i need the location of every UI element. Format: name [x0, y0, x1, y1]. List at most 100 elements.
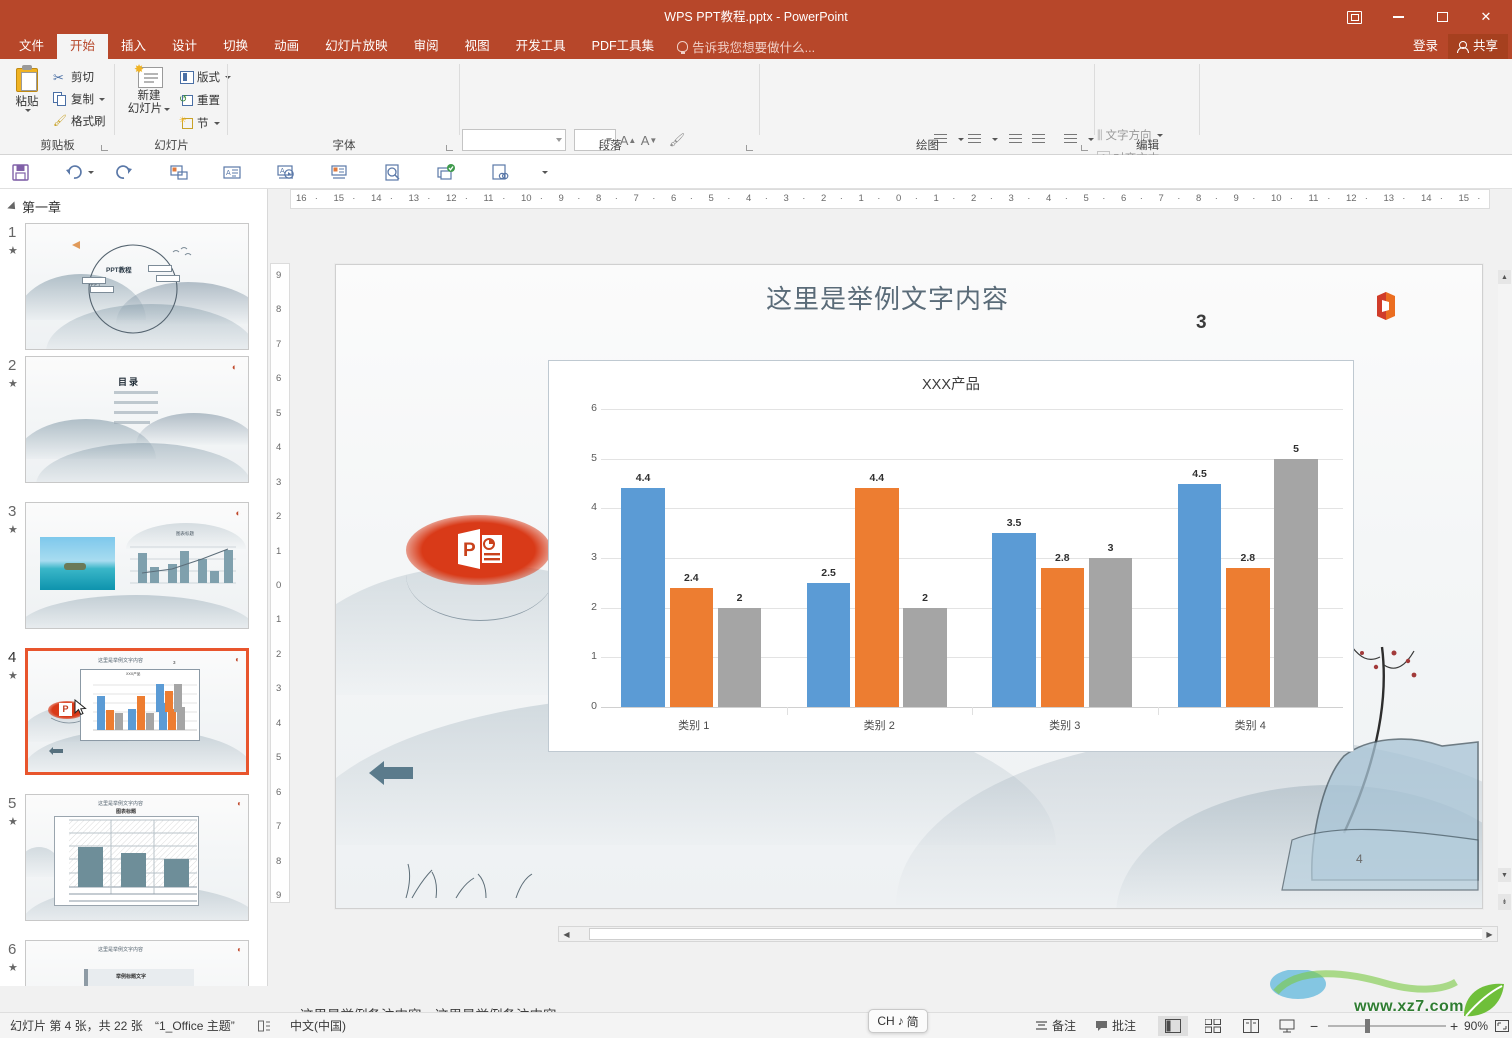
- section-header[interactable]: 第一章: [0, 189, 267, 220]
- save-icon[interactable]: [8, 160, 32, 184]
- hyperlink-icon[interactable]: [488, 160, 512, 184]
- section-collapse-icon[interactable]: [7, 200, 19, 213]
- chart-bar[interactable]: [1274, 458, 1318, 707]
- tab-transitions[interactable]: 切换: [210, 34, 261, 59]
- slideshow-current-slide-icon[interactable]: [327, 160, 351, 184]
- bar-chart[interactable]: XXX产品 0 1 2 3 4 5 6 4.4 2.4 2 类别 1 2.5 4.4 2 类别 2 3.5 2.…: [548, 360, 1354, 752]
- hscrollbar-thumb[interactable]: [589, 928, 1483, 940]
- print-preview-icon[interactable]: [381, 160, 405, 184]
- theme-name[interactable]: “1_Office 主题”: [155, 1013, 235, 1038]
- maximize-icon[interactable]: [1420, 2, 1464, 32]
- font-dialog-launcher[interactable]: [446, 143, 455, 152]
- chart-plot-area[interactable]: 0 1 2 3 4 5 6 4.4 2.4 2 类别 1 2.5 4.4 2 类别 2 3.5 2.8 3 类别 3…: [591, 402, 1343, 732]
- layout-button[interactable]: 版式: [177, 67, 234, 87]
- slide-counter[interactable]: 幻灯片 第 4 张，共 22 张: [10, 1013, 143, 1038]
- tab-pdf-tools[interactable]: PDF工具集: [579, 34, 668, 59]
- view-slideshow-button[interactable]: [1272, 1016, 1302, 1036]
- tab-slideshow[interactable]: 幻灯片放映: [312, 34, 401, 59]
- chart-bar[interactable]: [855, 488, 899, 707]
- chart-bar[interactable]: [903, 607, 947, 707]
- tab-home[interactable]: 开始: [57, 34, 109, 59]
- chart-bar[interactable]: [669, 587, 714, 707]
- scroll-down-icon[interactable]: ▼: [1498, 868, 1511, 882]
- tell-me-box[interactable]: 告诉我您想要做什么...: [677, 34, 815, 59]
- new-comment-icon[interactable]: A: [220, 160, 244, 184]
- tab-developer[interactable]: 开发工具: [503, 34, 579, 59]
- slide-thumbnail-4[interactable]: 这里是举例文字内容 3 ◐ P XXX产品: [25, 648, 249, 775]
- list-item[interactable]: 2 ★ 目录 ◐: [0, 353, 267, 499]
- chart-bar[interactable]: [717, 607, 762, 707]
- reset-button[interactable]: ↺ 重置: [177, 90, 223, 110]
- horizontal-ruler[interactable]: 16 · 15 · 14 · 13 · 12 · 11 · 10 · 9 · 8 · 7 · 6 · 5 · 4 · 3 · 2 · 1 · 0…: [290, 189, 1490, 209]
- paragraph-dialog-launcher[interactable]: [746, 143, 755, 152]
- section-dropdown-icon[interactable]: [213, 121, 220, 125]
- copy-dropdown-icon[interactable]: [99, 97, 105, 101]
- slide-thumbnail-2[interactable]: 目录 ◐: [25, 356, 249, 483]
- chart-bar[interactable]: [1088, 558, 1133, 707]
- undo-icon[interactable]: [62, 160, 86, 184]
- chart-bar[interactable]: [992, 533, 1036, 707]
- slide-thumbnail-1[interactable]: PPT教程 ~PPT: [25, 223, 249, 350]
- slide-title[interactable]: 这里是举例文字内容: [766, 279, 1009, 316]
- slide-canvas[interactable]: 这里是举例文字内容 3 P 4 XXX产品 0 1 2 3 4 5 6 4.4 …: [335, 264, 1483, 909]
- section-button[interactable]: ✳ 节: [177, 113, 223, 133]
- notes-button[interactable]: 备注: [1035, 1013, 1076, 1038]
- spell-check-icon[interactable]: [434, 160, 458, 184]
- scroll-up-icon[interactable]: ▲: [1498, 270, 1511, 284]
- tab-design[interactable]: 设计: [159, 34, 210, 59]
- slide-thumbnail-panel[interactable]: 第一章 1 ★ PPT教程 ~PPT 2 ★ 目录 ◐ 3 ★ 图表标题 ◐ 4…: [0, 189, 268, 986]
- qat-customize-icon[interactable]: [538, 160, 550, 184]
- chart-bar[interactable]: [1177, 483, 1222, 707]
- undo-dropdown-icon[interactable]: [84, 160, 96, 184]
- zoom-out-button[interactable]: −: [1310, 1013, 1318, 1038]
- left-arrow-shape[interactable]: [368, 760, 414, 786]
- hscroll-left-icon[interactable]: ◀: [559, 927, 574, 941]
- chart-bar[interactable]: [1040, 567, 1085, 707]
- slide-area-vertical-scrollbar[interactable]: ▲ ▼ ⇟: [1498, 270, 1512, 910]
- login-button[interactable]: 登录: [1403, 34, 1448, 59]
- slide-thumbnail-5[interactable]: 这里是举例文字内容 图表标题 ◐: [25, 794, 249, 921]
- share-button[interactable]: 共享: [1447, 34, 1508, 59]
- list-item[interactable]: 4 ★ 这里是举例文字内容 3 ◐ P XXX产品: [0, 645, 267, 791]
- paste-dropdown-icon[interactable]: [25, 109, 31, 112]
- zoom-in-button[interactable]: +: [1450, 1013, 1458, 1038]
- hscroll-right-icon[interactable]: ▶: [1482, 927, 1497, 941]
- fit-to-window-button[interactable]: [1494, 1016, 1510, 1036]
- next-slide-icon[interactable]: ⇟: [1498, 894, 1511, 910]
- chart-bar[interactable]: [806, 582, 851, 707]
- clipboard-dialog-launcher[interactable]: [101, 143, 110, 152]
- cut-button[interactable]: 剪切: [50, 67, 97, 87]
- chart-bar[interactable]: [621, 488, 665, 707]
- view-reading-button[interactable]: [1236, 1016, 1266, 1036]
- slide-thumbnail-3[interactable]: 图表标题 ◐: [25, 502, 249, 629]
- tab-review[interactable]: 审阅: [401, 34, 452, 59]
- format-painter-button[interactable]: 格式刷: [50, 111, 109, 131]
- minimize-icon[interactable]: [1376, 2, 1420, 32]
- new-slide-button[interactable]: ✸ 新建 幻灯片: [121, 63, 177, 116]
- new-slide-dropdown-icon[interactable]: [164, 108, 171, 111]
- paste-button[interactable]: 粘贴: [5, 65, 49, 112]
- start-presentation-icon[interactable]: [167, 160, 191, 184]
- comments-button[interactable]: 批注: [1095, 1013, 1136, 1038]
- accessibility-icon[interactable]: [258, 1013, 272, 1038]
- tab-file[interactable]: 文件: [6, 34, 57, 59]
- tab-animations[interactable]: 动画: [261, 34, 312, 59]
- ribbon-display-options-icon[interactable]: [1332, 2, 1376, 32]
- chart-title[interactable]: XXX产品: [549, 373, 1353, 394]
- list-item[interactable]: 3 ★ 图表标题 ◐: [0, 499, 267, 645]
- drawing-dialog-launcher[interactable]: [1081, 143, 1090, 152]
- view-normal-button[interactable]: [1158, 1016, 1188, 1036]
- ime-indicator[interactable]: CH ♪ 简: [868, 1009, 928, 1033]
- list-item[interactable]: 5 ★ 这里是举例文字内容 图表标题 ◐: [0, 791, 267, 937]
- list-item[interactable]: 1 ★ PPT教程 ~PPT: [0, 220, 267, 353]
- horizontal-scrollbar[interactable]: ◀ ▶: [558, 926, 1498, 942]
- chart-bar[interactable]: [1226, 567, 1270, 707]
- close-icon[interactable]: ✕: [1464, 2, 1508, 32]
- tab-view[interactable]: 视图: [452, 34, 503, 59]
- language-indicator[interactable]: 中文(中国): [290, 1013, 346, 1038]
- view-sorter-button[interactable]: [1198, 1016, 1228, 1036]
- copy-button[interactable]: 复制: [50, 89, 108, 109]
- slide-thumbnail-6[interactable]: 这里是举例文字内容 ◐ 举例标题文字: [25, 940, 249, 986]
- zoom-slider-knob[interactable]: [1365, 1019, 1370, 1033]
- vertical-ruler[interactable]: 9 8 7 6 5 4 3 2 1 0 1 2 3 4 5 6 7 8 9: [270, 263, 290, 903]
